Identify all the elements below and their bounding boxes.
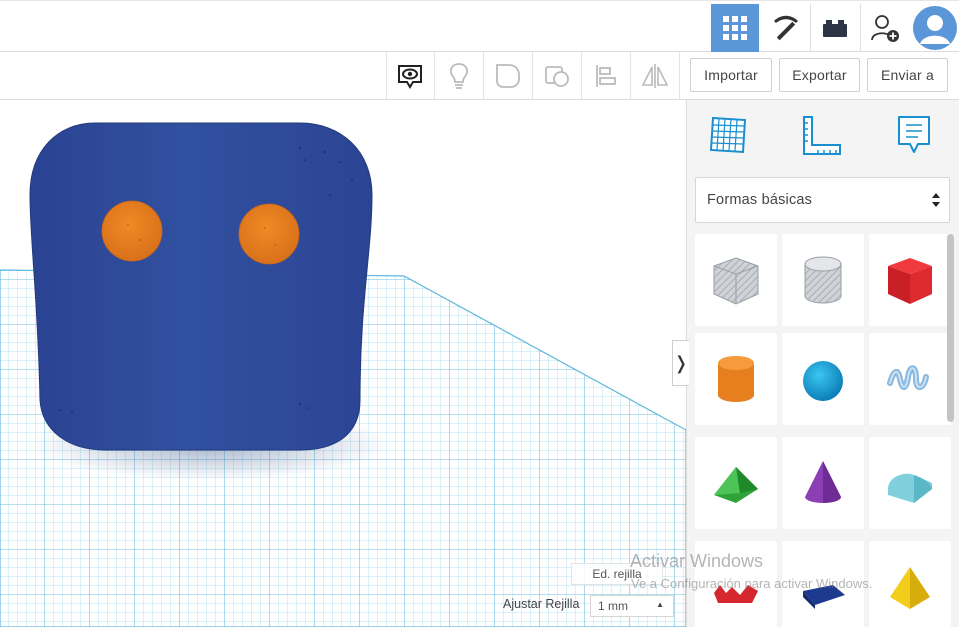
select-arrows-icon xyxy=(932,193,940,207)
bricks-button[interactable] xyxy=(811,4,859,52)
group-icon xyxy=(496,64,520,88)
panel-scrollbar[interactable] xyxy=(947,234,954,422)
round-roof-icon xyxy=(888,473,932,503)
workplane-icon xyxy=(709,116,747,154)
shape-library-select[interactable]: Formas básicas xyxy=(695,177,950,223)
import-button[interactable]: Importar xyxy=(690,58,772,92)
cone-icon xyxy=(805,461,841,503)
send-to-button[interactable]: Enviar a xyxy=(867,58,948,92)
blue-box-shape[interactable] xyxy=(29,122,373,451)
collapse-panel-button[interactable]: ❭ xyxy=(672,340,689,386)
user-avatar-button[interactable] xyxy=(911,4,959,52)
export-button[interactable]: Exportar xyxy=(779,58,860,92)
right-eye-cylinder[interactable] xyxy=(238,203,300,265)
pyramid-icon xyxy=(890,567,930,609)
shape-pyramid[interactable] xyxy=(869,541,951,627)
snap-grid-select[interactable]: 1 mm ▲ xyxy=(590,595,674,617)
top-bar xyxy=(0,0,959,52)
shape-box[interactable] xyxy=(869,234,951,326)
3d-design-button[interactable] xyxy=(711,4,759,52)
shapes-panel: Formas básicas xyxy=(686,100,959,627)
cylinder-icon xyxy=(718,356,754,402)
3d-design-grid-icon xyxy=(723,16,747,40)
shape-round-roof[interactable] xyxy=(869,437,951,529)
snap-grid-label: Ajustar Rejilla xyxy=(503,597,580,611)
roof-icon xyxy=(714,467,758,503)
ungroup-button[interactable] xyxy=(533,52,581,100)
notes-button[interactable] xyxy=(891,112,937,158)
notes-icon xyxy=(898,116,930,153)
lightbulb-button[interactable] xyxy=(435,52,483,100)
toolbar: Importar Exportar Enviar a xyxy=(0,52,959,100)
ruler-icon xyxy=(803,116,841,155)
sphere-icon xyxy=(803,361,843,401)
shape-library-value: Formas básicas xyxy=(707,192,813,208)
pickaxe-icon xyxy=(774,15,798,41)
cylinder-hole-icon xyxy=(804,256,842,304)
scribble-icon xyxy=(887,365,929,390)
lightbulb-icon xyxy=(449,63,469,89)
box-hole-icon xyxy=(713,257,759,305)
chevron-right-icon: ❭ xyxy=(673,352,689,373)
mirror-button[interactable] xyxy=(631,52,679,100)
shape-cylinder[interactable] xyxy=(695,333,777,425)
add-user-button[interactable] xyxy=(861,4,909,52)
workplane-button[interactable] xyxy=(705,112,751,158)
add-user-icon xyxy=(871,15,899,42)
windows-activation-title: Activar Windows xyxy=(630,551,764,571)
shape-roof[interactable] xyxy=(695,437,777,529)
notes-visibility-icon xyxy=(398,65,422,89)
notes-visibility-button[interactable] xyxy=(386,52,434,100)
snap-grid-value: 1 mm xyxy=(598,599,628,613)
shape-scribble[interactable] xyxy=(869,333,951,425)
brick-icon xyxy=(823,20,847,37)
group-button[interactable] xyxy=(484,52,532,100)
shape-cone[interactable] xyxy=(782,437,864,529)
shape-sphere[interactable] xyxy=(782,333,864,425)
left-eye-cylinder[interactable] xyxy=(101,200,163,262)
codeblocks-button[interactable] xyxy=(761,4,809,52)
align-button[interactable] xyxy=(582,52,630,100)
box-icon xyxy=(888,258,932,304)
align-icon xyxy=(596,65,616,87)
ungroup-icon xyxy=(545,66,569,87)
user-avatar-icon xyxy=(913,6,957,50)
caret-up-icon: ▲ xyxy=(656,600,664,609)
ruler-button[interactable] xyxy=(798,112,844,158)
windows-activation-subtitle: Ve a Configuración para activar Windows. xyxy=(631,576,873,591)
shape-box-hole[interactable] xyxy=(695,234,777,326)
mirror-icon xyxy=(641,64,669,88)
shape-cylinder-hole[interactable] xyxy=(782,234,864,326)
workplane-viewport[interactable] xyxy=(0,100,686,627)
